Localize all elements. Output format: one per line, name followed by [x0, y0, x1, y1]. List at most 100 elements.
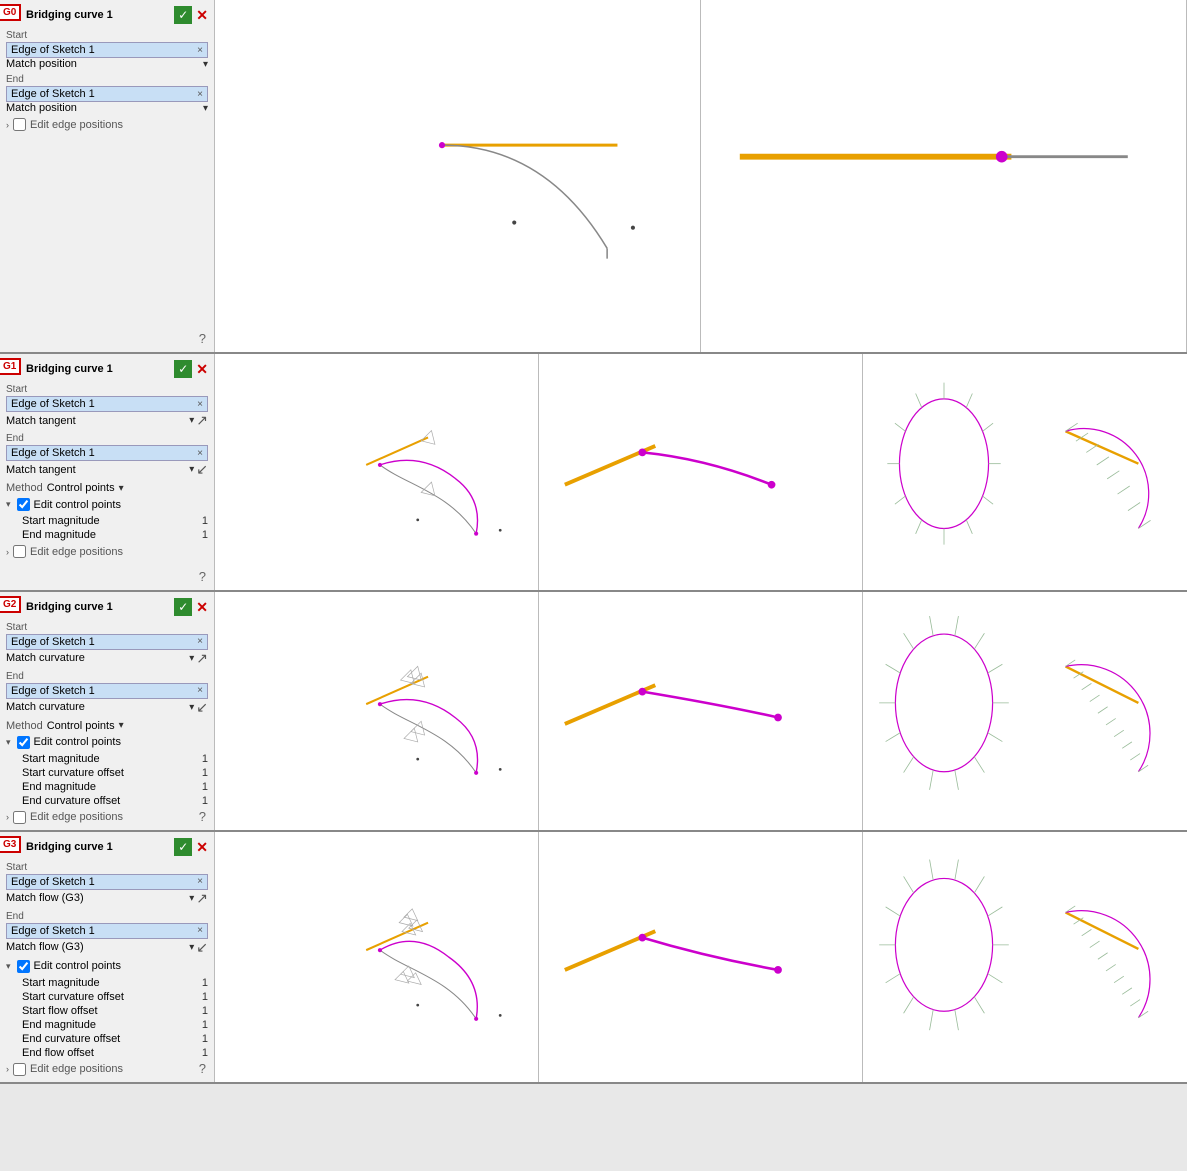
help-icon[interactable]: ?: [199, 331, 206, 346]
reject-button[interactable]: ✕: [196, 840, 208, 854]
magnitude-label: End magnitude: [22, 781, 96, 793]
start-edge-input[interactable]: Edge of Sketch 1×: [6, 634, 208, 650]
end-match-select[interactable]: Match curvature: [6, 701, 187, 713]
end-match-select[interactable]: Match tangent: [6, 464, 187, 476]
panel-title: Bridging curve 1: [26, 841, 170, 853]
start-edge-clear[interactable]: ×: [197, 399, 203, 410]
reject-button[interactable]: ✕: [196, 8, 208, 22]
left-canvas: [215, 0, 701, 352]
method-label: Method: [6, 482, 43, 494]
method-value: Control points: [47, 482, 115, 494]
end-edge-input[interactable]: Edge of Sketch 1×: [6, 445, 208, 461]
magnitude-value[interactable]: 1: [202, 529, 208, 541]
edit-edge-checkbox[interactable]: [13, 545, 26, 558]
magnitude-value[interactable]: 1: [202, 1047, 208, 1059]
middle-canvas: [539, 592, 863, 830]
magnitude-label: End curvature offset: [22, 1033, 120, 1045]
end-edge-clear[interactable]: ×: [197, 448, 203, 459]
start-match-arrow: ▾: [189, 893, 194, 904]
magnitude-value[interactable]: 1: [202, 515, 208, 527]
accept-button[interactable]: ✓: [174, 360, 192, 378]
start-edge-input[interactable]: Edge of Sketch 1×: [6, 874, 208, 890]
accept-button[interactable]: ✓: [174, 6, 192, 24]
start-edge-clear[interactable]: ×: [197, 45, 203, 56]
start-field-label: Start: [6, 622, 208, 633]
magnitude-row-0: Start magnitude1: [6, 515, 208, 527]
expand-chevron[interactable]: ▾: [6, 961, 11, 972]
edit-edge-checkbox[interactable]: [13, 118, 26, 131]
edit-edge-label: Edit edge positions: [30, 546, 123, 558]
edit-edge-row[interactable]: ›Edit edge positions: [6, 811, 208, 824]
end-match-row: Match flow (G3)▾↙: [6, 939, 208, 956]
magnitude-value[interactable]: 1: [202, 1033, 208, 1045]
row-label-g0: G0: [0, 4, 21, 21]
start-match-arrow: ▾: [189, 415, 194, 426]
left-canvas: [215, 592, 539, 830]
accept-button[interactable]: ✓: [174, 598, 192, 616]
edit-control-row: ▾Edit control points: [6, 736, 208, 749]
middle-canvas: [539, 354, 863, 590]
end-edge-input[interactable]: Edge of Sketch 1×: [6, 86, 208, 102]
magnitude-label: Start magnitude: [22, 977, 100, 989]
reject-button[interactable]: ✕: [196, 600, 208, 614]
magnitude-row-1: Start curvature offset1: [6, 991, 208, 1003]
end-match-select[interactable]: Match position: [6, 102, 201, 114]
edit-control-checkbox[interactable]: [17, 736, 30, 749]
edit-edge-chevron: ›: [6, 1064, 9, 1074]
end-field-label: End: [6, 74, 208, 85]
edit-edge-row[interactable]: ›Edit edge positions: [6, 545, 208, 558]
panel-title: Bridging curve 1: [26, 601, 170, 613]
method-arrow: ▾: [119, 720, 124, 731]
row-g0: G0Bridging curve 1✓✕StartEdge of Sketch …: [0, 0, 1187, 354]
magnitude-label: End magnitude: [22, 1019, 96, 1031]
magnitude-row-3: End curvature offset 1: [6, 795, 208, 807]
magnitude-value[interactable]: 1: [202, 1019, 208, 1031]
magnitude-value[interactable]: 1: [202, 753, 208, 765]
start-field-label: Start: [6, 30, 208, 41]
expand-chevron[interactable]: ▾: [6, 737, 11, 748]
end-edge-clear[interactable]: ×: [197, 925, 203, 936]
magnitude-value[interactable]: 1: [202, 781, 208, 793]
help-icon[interactable]: ?: [199, 809, 206, 824]
edit-edge-checkbox[interactable]: [13, 811, 26, 824]
magnitude-value[interactable]: 1: [202, 991, 208, 1003]
accept-button[interactable]: ✓: [174, 838, 192, 856]
edit-control-checkbox[interactable]: [17, 498, 30, 511]
start-match-arrow: ▾: [189, 653, 194, 664]
magnitude-value[interactable]: 1: [202, 1005, 208, 1017]
start-edge-clear[interactable]: ×: [197, 636, 203, 647]
start-match-select[interactable]: Match flow (G3): [6, 892, 187, 904]
start-match-arrow: ▾: [203, 59, 208, 70]
start-edge-input[interactable]: Edge of Sketch 1×: [6, 396, 208, 412]
edit-control-checkbox[interactable]: [17, 960, 30, 973]
end-match-select[interactable]: Match flow (G3): [6, 941, 187, 953]
panel-header: Bridging curve 1 ✓ ✕: [6, 598, 208, 616]
edit-edge-row[interactable]: › Edit edge positions: [6, 1063, 208, 1076]
end-edge-clear[interactable]: ×: [197, 685, 203, 696]
end-edge-input[interactable]: Edge of Sketch 1×: [6, 923, 208, 939]
magnitude-value[interactable]: 1: [202, 795, 208, 807]
end-edge-clear[interactable]: ×: [197, 89, 203, 100]
start-match-select[interactable]: Match position: [6, 58, 201, 70]
start-edge-input[interactable]: Edge of Sketch 1×: [6, 42, 208, 58]
magnitude-value[interactable]: 1: [202, 977, 208, 989]
panel-g1: G1Bridging curve 1✓✕StartEdge of Sketch …: [0, 354, 215, 590]
edit-edge-checkbox[interactable]: [13, 1063, 26, 1076]
magnitude-label: End curvature offset: [22, 795, 120, 807]
magnitude-value[interactable]: 1: [202, 767, 208, 779]
start-tangent-icon: ↗: [196, 412, 208, 429]
edit-edge-row[interactable]: ›Edit edge positions: [6, 118, 208, 131]
edit-edge-label: Edit edge positions: [30, 119, 123, 131]
help-icon[interactable]: ?: [199, 569, 206, 584]
start-edge-clear[interactable]: ×: [197, 876, 203, 887]
reject-button[interactable]: ✕: [196, 362, 208, 376]
help-icon[interactable]: ?: [199, 1061, 206, 1076]
start-match-row: Match tangent▾↗: [6, 412, 208, 429]
expand-chevron[interactable]: ▾: [6, 499, 11, 510]
end-edge-input[interactable]: Edge of Sketch 1×: [6, 683, 208, 699]
start-match-select[interactable]: Match tangent: [6, 415, 187, 427]
panel-header: Bridging curve 1✓✕: [6, 360, 208, 378]
edit-edge-label: Edit edge positions: [30, 1063, 123, 1075]
start-match-select[interactable]: Match curvature: [6, 652, 187, 664]
method-row: MethodControl points▾: [6, 482, 208, 494]
